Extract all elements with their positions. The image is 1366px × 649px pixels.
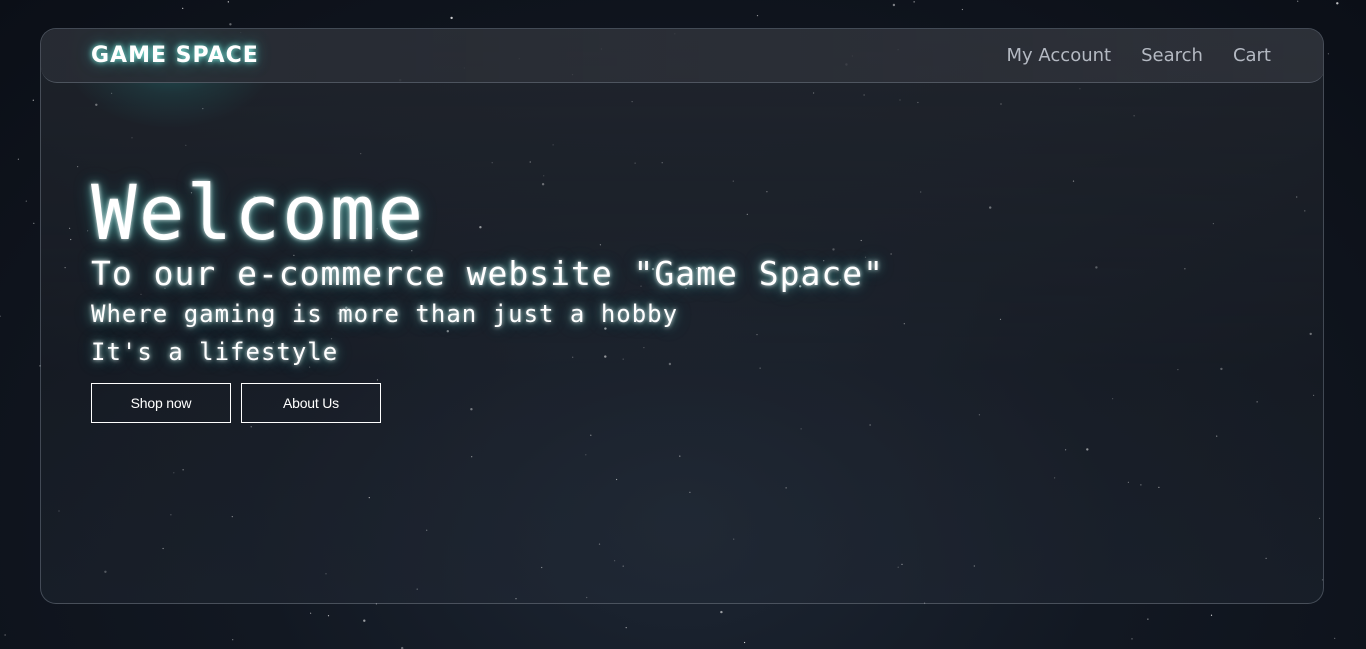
star: [1334, 637, 1336, 640]
star: [327, 615, 330, 617]
star: [17, 158, 19, 160]
star: [1147, 618, 1149, 620]
star: [229, 23, 232, 26]
tagline-line-2: It's a lifestyle: [91, 338, 339, 366]
star: [32, 99, 34, 101]
hero-buttons: Shop now About Us: [91, 383, 884, 423]
star: [182, 7, 184, 9]
tagline-line-1: Where gaming is more than just a hobby: [91, 300, 679, 328]
shop-now-button[interactable]: Shop now: [91, 383, 231, 423]
star: [913, 1, 915, 3]
star: [720, 610, 723, 614]
star: [310, 612, 312, 614]
hero-section: Welcome To our e-commerce website "Game …: [91, 169, 884, 423]
star: [1297, 0, 1299, 2]
star: [232, 639, 234, 641]
nav-link-my-account[interactable]: My Account: [1007, 45, 1112, 66]
star: [450, 16, 453, 20]
nav-link-cart[interactable]: Cart: [1233, 45, 1271, 66]
star: [1210, 614, 1213, 616]
site-logo[interactable]: GAME SPACE: [91, 43, 259, 68]
star: [744, 641, 746, 644]
nav-link-search[interactable]: Search: [1141, 45, 1203, 66]
star: [625, 627, 627, 629]
star: [961, 8, 964, 11]
star: [363, 619, 366, 622]
star: [25, 200, 27, 202]
star: [756, 15, 759, 17]
star: [1327, 53, 1329, 55]
about-us-button[interactable]: About Us: [241, 383, 381, 423]
navbar: GAME SPACE My Account Search Cart: [41, 29, 1323, 83]
star: [227, 1, 229, 3]
star: [1336, 2, 1339, 5]
star: [4, 634, 6, 636]
star: [0, 315, 1, 317]
star: [33, 222, 35, 224]
hero-card: GAME SPACE My Account Search Cart Welcom…: [40, 28, 1324, 604]
star: [1131, 638, 1133, 640]
welcome-heading: Welcome: [91, 168, 426, 257]
welcome-subheading: To our e-commerce website "Game Space": [91, 254, 884, 293]
nav-links: My Account Search Cart: [1007, 45, 1272, 66]
star: [892, 3, 896, 7]
